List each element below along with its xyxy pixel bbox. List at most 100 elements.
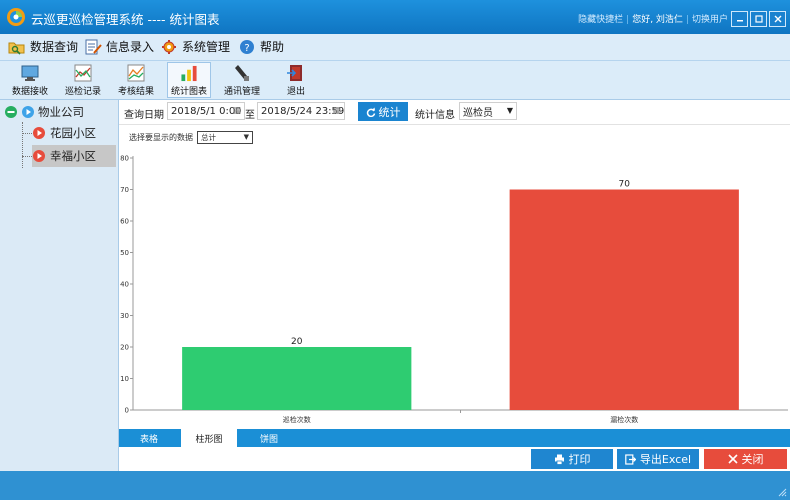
sidebar-tree: 物业公司 花园小区 幸福小区 (0, 100, 119, 471)
tree-node-label: 花园小区 (50, 126, 96, 140)
menu-data-query[interactable]: 数据查询 (8, 38, 78, 55)
header-links: 隐藏快捷栏 | 您好, 刘浩仁 | 切换用户 (578, 15, 728, 25)
menu-bar: 数据查询 信息录入 系统管理 ? 帮助 (0, 34, 790, 61)
action-bar: 打印 导出Excel 关闭 (119, 447, 790, 471)
refresh-icon (366, 107, 375, 117)
y-tick-label: 50 (120, 249, 129, 257)
tool-data-receive[interactable]: 数据接收 (8, 62, 52, 98)
bar-1 (182, 347, 412, 410)
calendar-icon[interactable]: ▦ (232, 106, 241, 116)
close-button[interactable]: 关闭 (704, 449, 787, 469)
menu-system-manage[interactable]: 系统管理 (160, 38, 230, 55)
print-button[interactable]: 打印 (531, 449, 613, 469)
y-tick-label: 0 (125, 407, 129, 415)
statistics-button[interactable]: 统计 (358, 102, 408, 121)
dropdown-arrow-icon: ▼ (243, 133, 249, 141)
user-greeting: 您好, 刘浩仁 (632, 15, 683, 25)
statistics-button-label: 统计 (378, 105, 401, 119)
date-to-label: 至 (245, 110, 255, 121)
export-button-label: 导出Excel (639, 453, 692, 466)
view-tabs: 表格 柱形图 饼图 (119, 429, 790, 447)
minimize-icon (736, 20, 743, 22)
title-bar: 云巡更巡检管理系统 ---- 统计图表 隐藏快捷栏 | 您好, 刘浩仁 | 切换用户 (0, 0, 790, 34)
date-label: 查询日期 (124, 110, 164, 121)
tree-connector (22, 122, 23, 168)
tree-node-label: 幸福小区 (50, 149, 96, 163)
tree-connector (22, 133, 32, 134)
edit-document-icon (85, 39, 102, 54)
filter-bar: 查询日期 2018/5/1 0:00 ▦ 至 2018/5/24 23:59 ▦… (119, 100, 790, 125)
series-selector-row: 选择要显示的数据 总计 ▼ (129, 131, 253, 144)
bar-2 (509, 189, 739, 410)
resize-grip-icon[interactable] (778, 488, 787, 497)
bar-value-label: 70 (619, 180, 631, 190)
close-window-button[interactable] (769, 11, 786, 27)
menu-label: 数据查询 (30, 40, 79, 54)
series-select[interactable]: 总计 ▼ (197, 131, 253, 144)
minimize-button[interactable] (731, 11, 748, 27)
bar-chart: 0 10 20 30 40 50 60 70 80 20 巡检次数 70 漏检次数 (120, 155, 788, 424)
dropdown-arrow-icon: ▼ (506, 106, 513, 115)
info-select-value: 巡检员 (463, 107, 493, 119)
tree-root-node[interactable]: 物业公司 (4, 104, 84, 120)
tool-label: 考核结果 (117, 87, 154, 97)
toolbar: 数据接收 巡检记录 考核结果 统计图表 通讯管理 退出 (0, 61, 790, 100)
tool-statistics-chart[interactable]: 统计图表 (167, 62, 211, 98)
tree-connector (22, 156, 32, 157)
tool-label: 退出 (286, 87, 305, 97)
chart-result-icon (127, 64, 145, 82)
collapse-icon[interactable] (4, 105, 18, 119)
app-logo-icon (7, 8, 25, 26)
play-node-icon (22, 106, 34, 118)
tool-patrol-record[interactable]: 巡检记录 (61, 62, 105, 98)
y-tick-label: 80 (120, 155, 129, 163)
hide-shortcut-link[interactable]: 隐藏快捷栏 (578, 15, 623, 25)
end-date-input[interactable]: 2018/5/24 23:59 ▦ (257, 102, 345, 120)
status-bar (0, 471, 790, 500)
tree-node-xingfu[interactable]: 幸福小区 (32, 145, 116, 167)
exit-icon (287, 65, 302, 81)
search-folder-icon (8, 42, 25, 55)
series-selector-label: 选择要显示的数据 (129, 133, 193, 142)
bar-value-label: 20 (291, 337, 303, 347)
tool-assessment[interactable]: 考核结果 (114, 62, 158, 98)
tool-label: 统计图表 (170, 87, 207, 97)
chart-record-icon (74, 64, 92, 82)
tool-label: 通讯管理 (223, 87, 260, 97)
start-date-value: 2018/5/1 0:00 (171, 105, 242, 117)
device-icon (235, 65, 249, 81)
x-category-label: 漏检次数 (610, 415, 638, 424)
maximize-button[interactable] (750, 11, 767, 27)
y-tick-label: 60 (120, 218, 129, 226)
tab-bar-chart[interactable]: 柱形图 (181, 429, 237, 447)
tree-root-label: 物业公司 (38, 105, 84, 119)
play-node-icon (33, 127, 45, 139)
tab-table[interactable]: 表格 (121, 429, 177, 447)
bar-chart-icon (181, 65, 197, 82)
y-tick-label: 40 (120, 281, 129, 289)
y-tick-label: 10 (120, 375, 129, 383)
info-select[interactable]: 巡检员 ▼ (459, 102, 517, 120)
tool-exit[interactable]: 退出 (274, 62, 318, 98)
switch-user-link[interactable]: 切换用户 (692, 15, 728, 25)
close-icon (727, 454, 738, 464)
tab-pie-chart[interactable]: 饼图 (241, 429, 297, 447)
start-date-input[interactable]: 2018/5/1 0:00 ▦ (167, 102, 245, 120)
menu-help[interactable]: ? 帮助 (238, 38, 284, 55)
export-icon (625, 453, 636, 465)
menu-label: 系统管理 (182, 40, 231, 54)
y-tick-label: 30 (120, 312, 129, 320)
series-select-value: 总计 (201, 133, 216, 142)
tree-node-huayuan[interactable]: 花园小区 (32, 122, 116, 144)
chart-panel: 0 10 20 30 40 50 60 70 80 20 巡检次数 70 漏检次数 选择要显示的数据 总… (119, 125, 790, 429)
svg-text:?: ? (244, 43, 249, 54)
y-tick-label: 20 (120, 344, 129, 352)
window-controls (731, 11, 786, 27)
menu-info-entry[interactable]: 信息录入 (84, 38, 154, 55)
y-tick-label: 70 (120, 186, 129, 194)
monitor-icon (21, 65, 39, 81)
export-excel-button[interactable]: 导出Excel (617, 449, 699, 469)
calendar-icon[interactable]: ▦ (332, 106, 341, 116)
tool-communication[interactable]: 通讯管理 (220, 62, 264, 98)
x-category-label: 巡检次数 (283, 415, 311, 424)
